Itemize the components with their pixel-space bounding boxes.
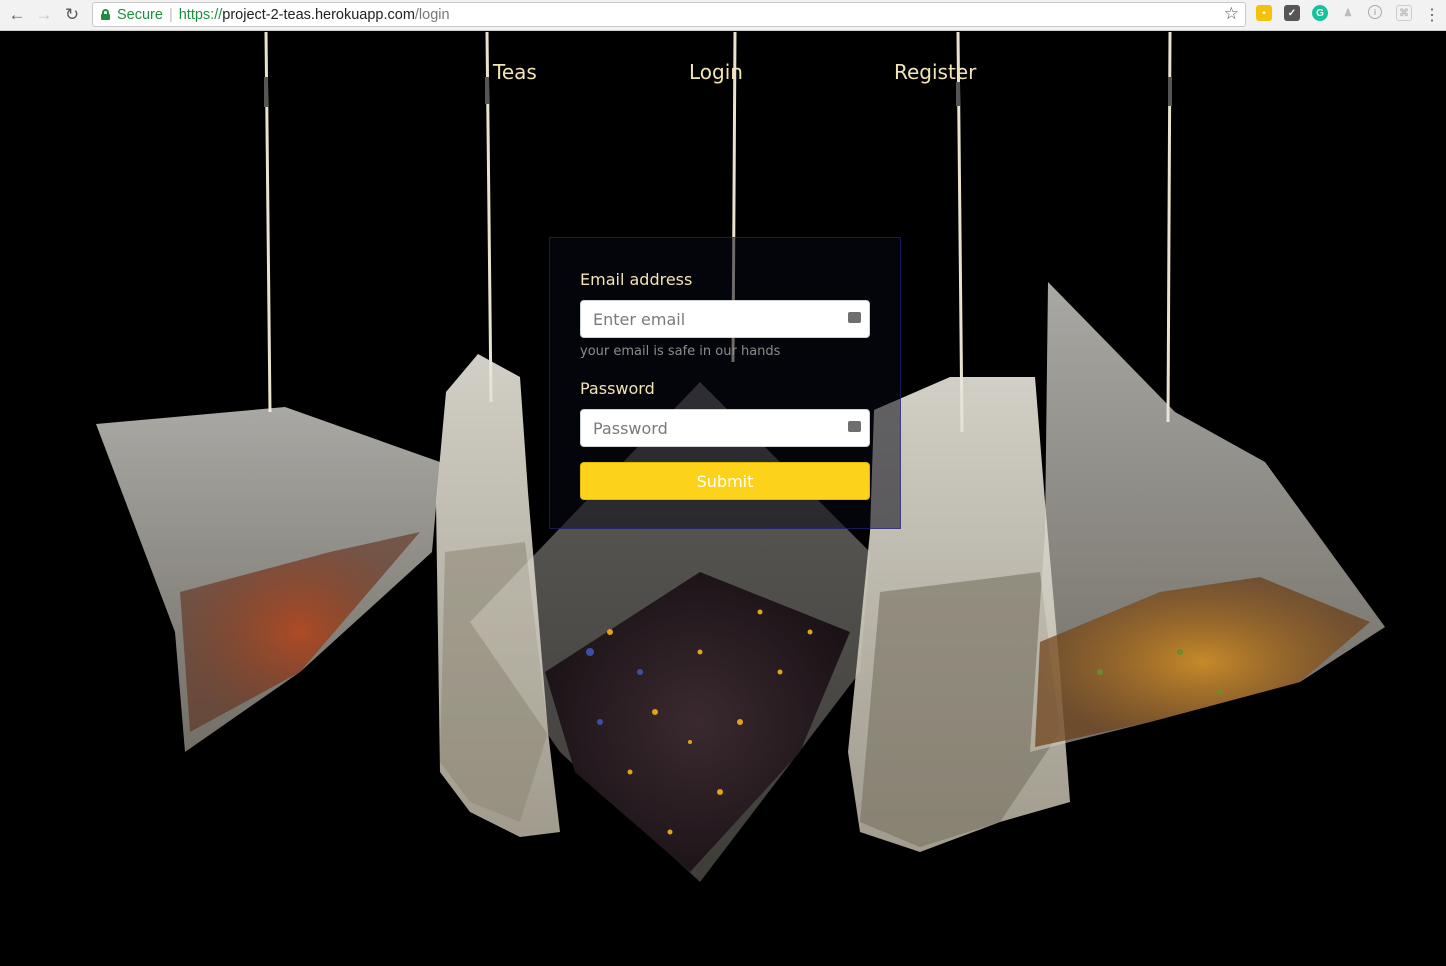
address-bar[interactable]: Secure | https://project-2-teas.herokuap… <box>92 2 1246 27</box>
pocket-icon[interactable]: ✓ <box>1284 5 1300 21</box>
nav-link-login[interactable]: Login <box>689 60 743 84</box>
back-button[interactable]: ← <box>6 4 28 26</box>
nav-link-teas[interactable]: Teas <box>493 60 537 84</box>
url-path: /login <box>414 6 450 23</box>
lock-icon <box>101 9 110 20</box>
bookmark-star-icon[interactable]: ☆ <box>1224 4 1239 24</box>
secure-label: Secure <box>117 6 163 23</box>
extension-circle-icon[interactable]: i <box>1368 5 1382 19</box>
address-separator: | <box>168 6 173 23</box>
url-host: project-2-teas.herokuapp.com <box>222 6 415 23</box>
browser-toolbar: ← → ↻ Secure | https://project-2-teas.he… <box>0 0 1446 31</box>
password-field[interactable] <box>580 409 870 447</box>
extension-box-icon[interactable]: ⌘ <box>1396 5 1412 21</box>
password-label: Password <box>580 379 655 398</box>
url-scheme: https:// <box>178 6 223 23</box>
page-content: Teas Login Register Email address your e… <box>0 32 1446 966</box>
email-help-text: your email is safe in our hands <box>580 344 781 359</box>
email-field[interactable] <box>580 300 870 338</box>
extension-gray-icon[interactable]: ♟ <box>1340 5 1356 21</box>
menu-icon[interactable]: ⋮ <box>1421 4 1443 26</box>
reload-button[interactable]: ↻ <box>61 4 83 26</box>
nav-link-register[interactable]: Register <box>894 60 976 84</box>
extension-yellow-icon[interactable]: ▪ <box>1256 5 1272 21</box>
password-manager-icon[interactable] <box>848 416 861 432</box>
grammarly-icon[interactable]: G <box>1312 5 1328 21</box>
submit-button[interactable]: Submit <box>580 462 870 500</box>
forward-button[interactable]: → <box>33 4 55 26</box>
email-label: Email address <box>580 270 693 289</box>
login-form: Email address your email is safe in our … <box>549 237 901 529</box>
password-manager-icon[interactable] <box>848 307 861 323</box>
